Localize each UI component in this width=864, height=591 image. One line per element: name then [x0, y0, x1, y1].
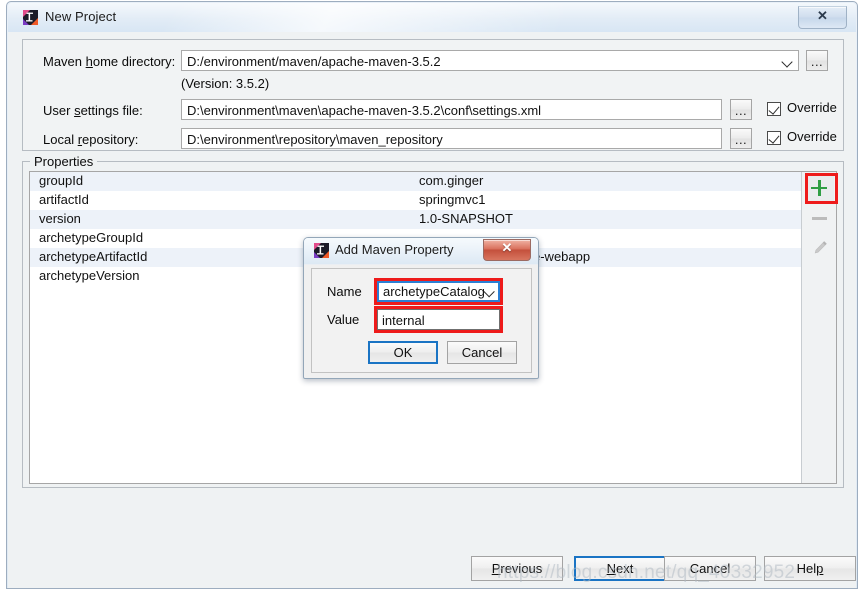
local-repository-input[interactable]: D:\environment\repository\maven_reposito… — [181, 128, 722, 149]
property-name: groupId — [39, 173, 84, 188]
chevron-down-icon[interactable] — [484, 288, 494, 296]
dialog-value-label: Value — [327, 312, 360, 327]
local-repository-label: Local repository: — [43, 132, 139, 147]
next-button[interactable]: Next — [574, 556, 666, 581]
property-value: e-webapp — [533, 249, 591, 264]
add-property-button[interactable] — [805, 173, 838, 204]
local-repository-override-label: Override — [787, 129, 837, 144]
cancel-button[interactable]: Cancel — [664, 556, 756, 581]
window-close-button[interactable]: ✕ — [798, 6, 847, 29]
previous-button[interactable]: Previous — [471, 556, 563, 581]
remove-property-button[interactable] — [805, 204, 834, 231]
maven-home-combo[interactable]: D:/environment/maven/apache-maven-3.5.2 — [181, 50, 799, 71]
dialog-cancel-button[interactable]: Cancel — [447, 341, 517, 364]
edit-property-button[interactable] — [805, 234, 834, 261]
local-repository-browse-button[interactable]: ... — [730, 128, 752, 149]
user-settings-override-label: Override — [787, 100, 837, 115]
dialog-ok-button[interactable]: OK — [368, 341, 438, 364]
dialog-title: Add Maven Property — [335, 242, 454, 257]
table-row[interactable]: artifactId springmvc1 — [30, 191, 802, 210]
intellij-idea-icon — [23, 10, 38, 25]
minus-icon — [805, 204, 834, 231]
maven-home-label: Maven home directory: — [43, 54, 176, 69]
property-value: com.ginger — [419, 173, 484, 188]
property-name: artifactId — [39, 192, 89, 207]
property-name: archetypeVersion — [39, 268, 140, 283]
property-name: archetypeArtifactId — [39, 249, 148, 264]
close-icon: ✕ — [817, 8, 828, 23]
new-project-window: New Project ✕ Maven home directory: D:/e… — [0, 0, 864, 591]
properties-legend: Properties — [30, 154, 98, 169]
dialog-name-label: Name — [327, 284, 362, 299]
property-value-input[interactable]: internal — [377, 309, 500, 330]
dialog-titlebar: Add Maven Property ✕ — [304, 238, 538, 264]
table-row[interactable]: version 1.0-SNAPSHOT — [30, 210, 802, 229]
property-name-combo[interactable]: archetypeCatalog — [377, 281, 500, 302]
window-titlebar: New Project ✕ — [8, 3, 856, 32]
intellij-idea-icon — [314, 243, 329, 258]
titlebar-sheen — [160, 3, 576, 32]
help-button[interactable]: Help — [764, 556, 856, 581]
pencil-icon — [812, 240, 828, 256]
checkbox-checked-icon — [767, 131, 781, 145]
dialog-body: Name archetypeCatalog Value internal OK … — [311, 268, 532, 373]
add-maven-property-dialog: Add Maven Property ✕ Name archetypeCatal… — [303, 237, 539, 379]
table-row[interactable]: groupId com.ginger — [30, 172, 802, 191]
user-settings-input[interactable]: D:\environment\maven\apache-maven-3.5.2\… — [181, 99, 722, 120]
checkbox-checked-icon — [767, 102, 781, 116]
maven-home-browse-button[interactable]: ... — [806, 50, 828, 71]
maven-version-note: (Version: 3.5.2) — [181, 76, 270, 91]
user-settings-browse-button[interactable]: ... — [730, 99, 752, 120]
property-value: springmvc1 — [419, 192, 486, 207]
dialog-close-button[interactable]: ✕ — [483, 239, 531, 261]
close-icon: ✕ — [501, 240, 513, 255]
maven-settings-panel: Maven home directory: D:/environment/mav… — [22, 39, 844, 151]
user-settings-label: User settings file: — [43, 103, 143, 118]
property-name-value: archetypeCatalog — [383, 284, 485, 299]
window-title: New Project — [45, 9, 117, 24]
property-name: archetypeGroupId — [39, 230, 144, 245]
property-value: 1.0-SNAPSHOT — [419, 211, 513, 226]
add-property-highlight — [805, 173, 838, 204]
property-name: version — [39, 211, 81, 226]
properties-toolbar — [801, 172, 838, 483]
